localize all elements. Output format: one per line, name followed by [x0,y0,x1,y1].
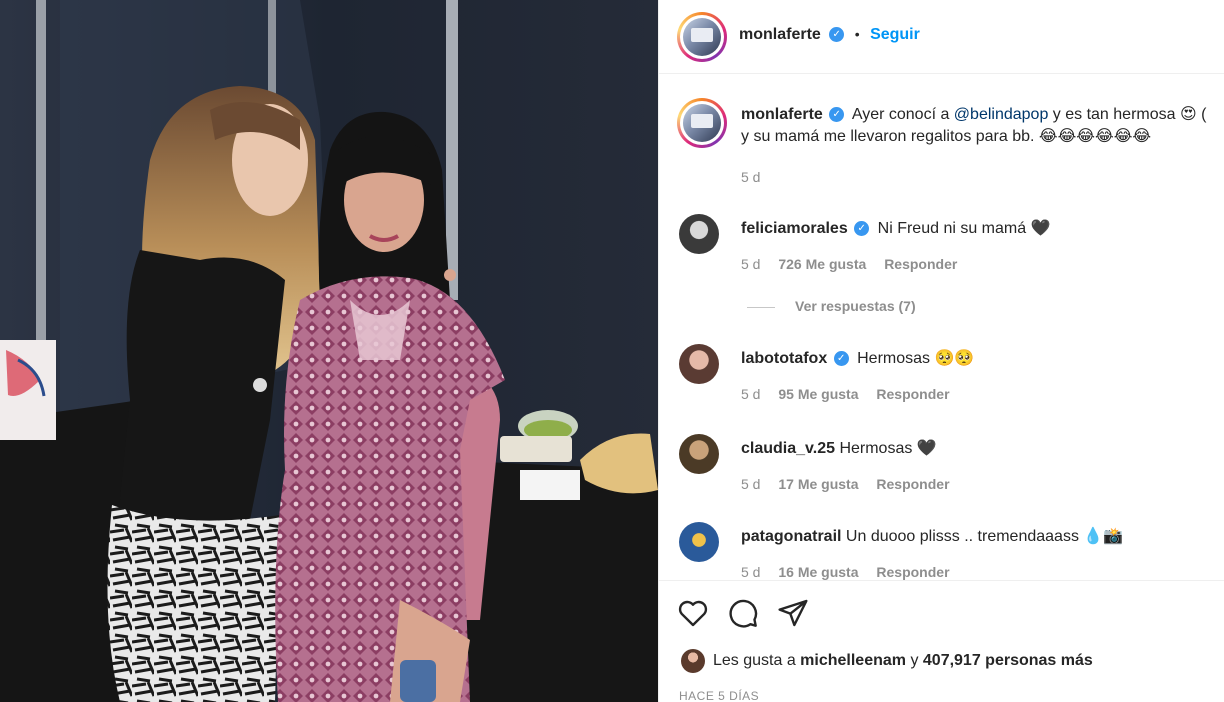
author-avatar[interactable] [677,12,727,62]
comment-avatar[interactable] [679,344,719,384]
author-username[interactable]: monlaferte [739,26,821,43]
comment-text: Ni Freud ni su mamá 🖤 [877,220,1051,237]
post-side-panel: monlaferte ✓ • Seguir monlaferte ✓ Ayer … [658,0,1224,702]
comment-likes[interactable]: 16 Me gusta [778,564,858,580]
reply-button[interactable]: Responder [884,256,957,272]
caption-text-end: y es tan hermosa 😍 ( [1048,106,1207,123]
likes-count[interactable]: 407,917 personas más [923,652,1093,669]
comment-age: 5 d [741,564,761,580]
follow-button[interactable]: Seguir [870,26,920,43]
comment-age: 5 d [741,256,761,272]
view-replies-label: Ver respuestas (7) [795,298,916,314]
share-icon[interactable] [777,597,809,629]
reply-button[interactable]: Responder [876,386,949,402]
verified-icon: ✓ [829,27,845,43]
comment-username[interactable]: labototafox [741,350,827,367]
comment-icon[interactable] [727,597,759,629]
post-image [0,0,658,702]
comment-age: 5 d [741,386,761,402]
replies-divider [747,306,775,308]
comment-username[interactable]: claudia_v.25 [741,440,835,457]
reply-button[interactable]: Responder [876,564,949,580]
comment-avatar[interactable] [679,522,719,562]
comment-text: Hermosas 🥺🥺 [857,350,975,367]
comment-username[interactable]: feliciamorales [741,220,848,237]
caption-author-avatar[interactable] [677,98,727,148]
post-actions: Les gusta a michelleenam y 407,917 perso… [659,580,1224,702]
post-caption: monlaferte ✓ Ayer conocí a @belindapop y… [741,104,1224,188]
verified-icon: ✓ [829,107,845,123]
view-replies-button[interactable]: Ver respuestas (7) [747,298,916,314]
comment-likes[interactable]: 95 Me gusta [778,386,858,402]
caption-username[interactable]: monlaferte [741,106,823,123]
likes-mid: y [906,652,923,670]
caption-text-start: Ayer conocí a [851,106,954,123]
likes-prefix: Les gusta a [713,652,801,670]
comment-avatar[interactable] [679,434,719,474]
liker-avatar[interactable] [681,649,705,673]
post-header: monlaferte ✓ • Seguir [659,0,1224,74]
comment-username[interactable]: patagonatrail [741,528,841,545]
verified-icon: ✓ [854,221,870,237]
post-photo[interactable] [0,0,658,702]
verified-icon: ✓ [833,351,849,367]
caption-mention[interactable]: @belindapop [954,106,1049,123]
caption-line-2: y su mamá me llevaron regalitos para bb.… [741,128,1152,145]
comment-age: 5 d [741,476,761,492]
post-date[interactable]: HACE 5 DÍAS [679,689,759,702]
comment-likes[interactable]: 726 Me gusta [778,256,866,272]
heart-icon[interactable] [677,597,709,629]
reply-button[interactable]: Responder [876,476,949,492]
comment-avatar[interactable] [679,214,719,254]
comment-likes[interactable]: 17 Me gusta [778,476,858,492]
separator-dot: • [854,26,860,42]
comment-text: Un duooo plisss .. tremendaaass 💧📸 [845,528,1124,545]
likes-summary: Les gusta a michelleenam y 407,917 perso… [681,649,1093,673]
comment-text: Hermosas 🖤 [839,440,937,457]
liker-username[interactable]: michelleenam [800,652,906,669]
caption-age: 5 d [741,169,761,185]
